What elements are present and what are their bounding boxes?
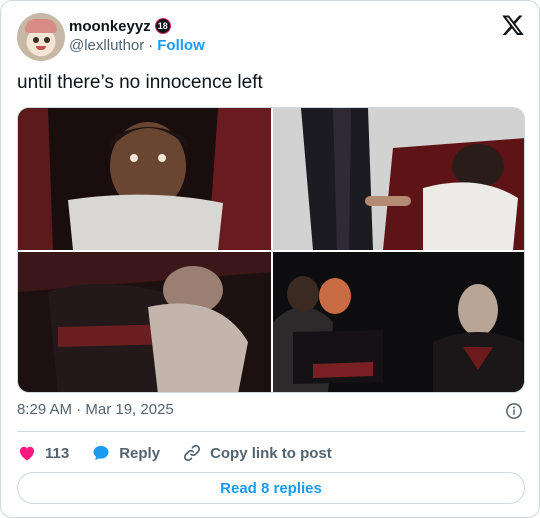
follow-button[interactable]: Follow xyxy=(157,37,205,54)
reply-button[interactable]: Reply xyxy=(91,443,160,463)
read-replies-button[interactable]: Read 8 replies xyxy=(17,472,525,504)
reply-bubble-icon xyxy=(93,445,109,461)
copy-link-label: Copy link to post xyxy=(210,444,332,462)
like-button[interactable]: 113 xyxy=(17,443,69,463)
meta-row: 8:29 AM · Mar 19, 2025 xyxy=(17,401,525,421)
read-replies-label: Read 8 replies xyxy=(220,479,322,497)
media-image-1[interactable] xyxy=(18,108,271,250)
link-icon xyxy=(184,444,201,462)
display-name[interactable]: moonkeyyz xyxy=(69,18,151,35)
age-badge: 18 xyxy=(154,18,171,34)
media-image-4[interactable] xyxy=(273,252,524,392)
media-image-2[interactable] xyxy=(273,108,524,250)
media-grid xyxy=(17,107,525,393)
avatar[interactable] xyxy=(17,13,65,61)
action-bar: 113 Reply Copy link to post xyxy=(17,441,354,465)
separator: · xyxy=(148,37,154,54)
x-logo-icon[interactable] xyxy=(501,13,525,37)
media-image-3[interactable] xyxy=(18,252,271,392)
name-row: moonkeyyz 18 xyxy=(69,16,171,36)
tweet-header: moonkeyyz 18 @lexlluthor · Follow xyxy=(17,13,525,61)
like-count: 113 xyxy=(45,444,70,462)
divider xyxy=(17,431,525,432)
copy-link-button[interactable]: Copy link to post xyxy=(182,443,332,463)
timestamp[interactable]: 8:29 AM · Mar 19, 2025 xyxy=(17,401,174,418)
user-handle[interactable]: @lexlluthor xyxy=(69,37,144,54)
tweet-card: moonkeyyz 18 @lexlluthor · Follow until … xyxy=(0,0,540,518)
info-icon[interactable] xyxy=(505,402,523,420)
heart-icon xyxy=(19,446,35,461)
tweet-text: until there’s no innocence left xyxy=(17,72,263,93)
reply-label: Reply xyxy=(119,444,161,462)
handle-row: @lexlluthor · Follow xyxy=(69,37,205,54)
